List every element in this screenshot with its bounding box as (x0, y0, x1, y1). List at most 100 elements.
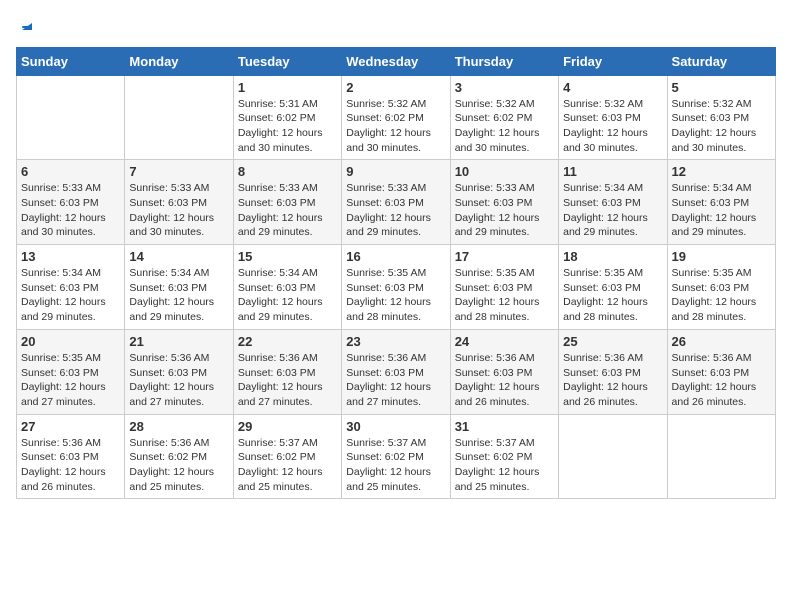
logo-triangle-icon (18, 16, 34, 32)
weekday-header-saturday: Saturday (667, 47, 775, 75)
calendar-cell: 11Sunrise: 5:34 AM Sunset: 6:03 PM Dayli… (559, 160, 667, 245)
day-detail: Sunrise: 5:33 AM Sunset: 6:03 PM Dayligh… (346, 181, 445, 240)
day-number: 8 (238, 164, 337, 179)
day-number: 26 (672, 334, 771, 349)
calendar-cell: 27 Sunrise: 5:36 AM Sunset: 6:03 PM Dayli… (17, 414, 125, 499)
day-number: 14 (129, 249, 228, 264)
day-detail: Sunrise: 5:35 AM Sunset: 6:03 PM Dayligh… (21, 351, 120, 410)
day-number: 2 (346, 80, 445, 95)
calendar-cell: 18 Sunrise: 5:35 AM Sunset: 6:03 PM Dayli… (559, 245, 667, 330)
day-number: 24 (455, 334, 554, 349)
calendar-cell: 8 Sunrise: 5:33 AM Sunset: 6:03 PM Daylig… (233, 160, 341, 245)
day-number: 27 (21, 419, 120, 434)
calendar-cell (125, 75, 233, 160)
calendar-cell: 30 Sunrise: 5:37 AM Sunset: 6:02 PM Dayli… (342, 414, 450, 499)
day-number: 3 (455, 80, 554, 95)
day-detail: Sunrise: 5:37 AM Sunset: 6:02 PM Dayligh… (455, 436, 554, 495)
day-number: 13 (21, 249, 120, 264)
day-detail: Sunrise: 5:31 AM Sunset: 6:02 PM Dayligh… (238, 97, 337, 156)
calendar-cell: 2 Sunrise: 5:32 AM Sunset: 6:02 PM Daylig… (342, 75, 450, 160)
weekday-header-tuesday: Tuesday (233, 47, 341, 75)
calendar-cell: 6 Sunrise: 5:33 AM Sunset: 6:03 PM Daylig… (17, 160, 125, 245)
calendar-cell (559, 414, 667, 499)
day-number: 7 (129, 164, 228, 179)
day-number: 5 (672, 80, 771, 95)
day-detail: Sunrise: 5:33 AM Sunset: 6:03 PM Dayligh… (238, 181, 337, 240)
day-number: 23 (346, 334, 445, 349)
calendar-cell: 29 Sunrise: 5:37 AM Sunset: 6:02 PM Dayli… (233, 414, 341, 499)
day-number: 20 (21, 334, 120, 349)
day-number: 29 (238, 419, 337, 434)
day-detail: Sunrise: 5:34 AM Sunset: 6:03 PM Dayligh… (21, 266, 120, 325)
calendar-cell (667, 414, 775, 499)
calendar-cell: 20 Sunrise: 5:35 AM Sunset: 6:03 PM Dayli… (17, 329, 125, 414)
calendar-cell: 21 Sunrise: 5:36 AM Sunset: 6:03 PM Dayli… (125, 329, 233, 414)
weekday-header-monday: Monday (125, 47, 233, 75)
logo (16, 16, 34, 37)
calendar-cell: 24 Sunrise: 5:36 AM Sunset: 6:03 PM Dayli… (450, 329, 558, 414)
calendar-cell: 4 Sunrise: 5:32 AM Sunset: 6:03 PM Daylig… (559, 75, 667, 160)
calendar-cell: 22 Sunrise: 5:36 AM Sunset: 6:03 PM Dayli… (233, 329, 341, 414)
day-number: 10 (455, 164, 554, 179)
day-detail: Sunrise: 5:36 AM Sunset: 6:03 PM Dayligh… (346, 351, 445, 410)
calendar-cell: 16 Sunrise: 5:35 AM Sunset: 6:03 PM Dayli… (342, 245, 450, 330)
day-detail: Sunrise: 5:35 AM Sunset: 6:03 PM Dayligh… (563, 266, 662, 325)
calendar-cell: 7 Sunrise: 5:33 AM Sunset: 6:03 PM Daylig… (125, 160, 233, 245)
weekday-header-sunday: Sunday (17, 47, 125, 75)
day-number: 16 (346, 249, 445, 264)
calendar-cell: 13 Sunrise: 5:34 AM Sunset: 6:03 PM Dayli… (17, 245, 125, 330)
calendar-cell: 25 Sunrise: 5:36 AM Sunset: 6:03 PM Dayli… (559, 329, 667, 414)
day-detail: Sunrise: 5:36 AM Sunset: 6:03 PM Dayligh… (21, 436, 120, 495)
day-detail: Sunrise: 5:36 AM Sunset: 6:03 PM Dayligh… (455, 351, 554, 410)
day-number: 31 (455, 419, 554, 434)
day-number: 12 (672, 164, 771, 179)
day-detail: Sunrise: 5:36 AM Sunset: 6:03 PM Dayligh… (672, 351, 771, 410)
calendar-cell: 28 Sunrise: 5:36 AM Sunset: 6:02 PM Dayli… (125, 414, 233, 499)
day-detail: Sunrise: 5:37 AM Sunset: 6:02 PM Dayligh… (238, 436, 337, 495)
calendar-cell: 17 Sunrise: 5:35 AM Sunset: 6:03 PM Dayli… (450, 245, 558, 330)
weekday-header-wednesday: Wednesday (342, 47, 450, 75)
day-detail: Sunrise: 5:32 AM Sunset: 6:02 PM Dayligh… (346, 97, 445, 156)
day-number: 25 (563, 334, 662, 349)
day-number: 6 (21, 164, 120, 179)
day-number: 19 (672, 249, 771, 264)
day-detail: Sunrise: 5:33 AM Sunset: 6:03 PM Dayligh… (129, 181, 228, 240)
calendar-cell: 15 Sunrise: 5:34 AM Sunset: 6:03 PM Dayli… (233, 245, 341, 330)
calendar-cell: 12Sunrise: 5:34 AM Sunset: 6:03 PM Dayli… (667, 160, 775, 245)
day-number: 11 (563, 164, 662, 179)
day-detail: Sunrise: 5:35 AM Sunset: 6:03 PM Dayligh… (346, 266, 445, 325)
day-detail: Sunrise: 5:35 AM Sunset: 6:03 PM Dayligh… (455, 266, 554, 325)
day-detail: Sunrise: 5:33 AM Sunset: 6:03 PM Dayligh… (21, 181, 120, 240)
day-detail: Sunrise: 5:32 AM Sunset: 6:02 PM Dayligh… (455, 97, 554, 156)
weekday-header-thursday: Thursday (450, 47, 558, 75)
day-detail: Sunrise: 5:36 AM Sunset: 6:03 PM Dayligh… (238, 351, 337, 410)
day-detail: Sunrise: 5:37 AM Sunset: 6:02 PM Dayligh… (346, 436, 445, 495)
day-detail: Sunrise: 5:32 AM Sunset: 6:03 PM Dayligh… (563, 97, 662, 156)
day-detail: Sunrise: 5:34 AM Sunset: 6:03 PM Dayligh… (238, 266, 337, 325)
day-number: 28 (129, 419, 228, 434)
day-number: 18 (563, 249, 662, 264)
calendar-cell: 3 Sunrise: 5:32 AM Sunset: 6:02 PM Daylig… (450, 75, 558, 160)
day-number: 17 (455, 249, 554, 264)
day-number: 22 (238, 334, 337, 349)
day-detail: Sunrise: 5:32 AM Sunset: 6:03 PM Dayligh… (672, 97, 771, 156)
calendar-cell: 10 Sunrise: 5:33 AM Sunset: 6:03 PM Dayli… (450, 160, 558, 245)
calendar-cell: 23 Sunrise: 5:36 AM Sunset: 6:03 PM Dayli… (342, 329, 450, 414)
day-number: 15 (238, 249, 337, 264)
calendar-cell: 26 Sunrise: 5:36 AM Sunset: 6:03 PM Dayli… (667, 329, 775, 414)
day-detail: Sunrise: 5:36 AM Sunset: 6:03 PM Dayligh… (563, 351, 662, 410)
day-detail: Sunrise: 5:35 AM Sunset: 6:03 PM Dayligh… (672, 266, 771, 325)
day-detail: Sunrise: 5:36 AM Sunset: 6:02 PM Dayligh… (129, 436, 228, 495)
calendar-cell (17, 75, 125, 160)
day-number: 9 (346, 164, 445, 179)
day-number: 1 (238, 80, 337, 95)
page-header (16, 16, 776, 37)
calendar-cell: 1 Sunrise: 5:31 AM Sunset: 6:02 PM Daylig… (233, 75, 341, 160)
day-detail: Sunrise: 5:34 AM Sunset: 6:03 PM Dayligh… (129, 266, 228, 325)
calendar-cell: 5 Sunrise: 5:32 AM Sunset: 6:03 PM Daylig… (667, 75, 775, 160)
day-number: 30 (346, 419, 445, 434)
day-detail: Sunrise: 5:33 AM Sunset: 6:03 PM Dayligh… (455, 181, 554, 240)
day-number: 21 (129, 334, 228, 349)
day-number: 4 (563, 80, 662, 95)
day-detail: Sunrise: 5:36 AM Sunset: 6:03 PM Dayligh… (129, 351, 228, 410)
